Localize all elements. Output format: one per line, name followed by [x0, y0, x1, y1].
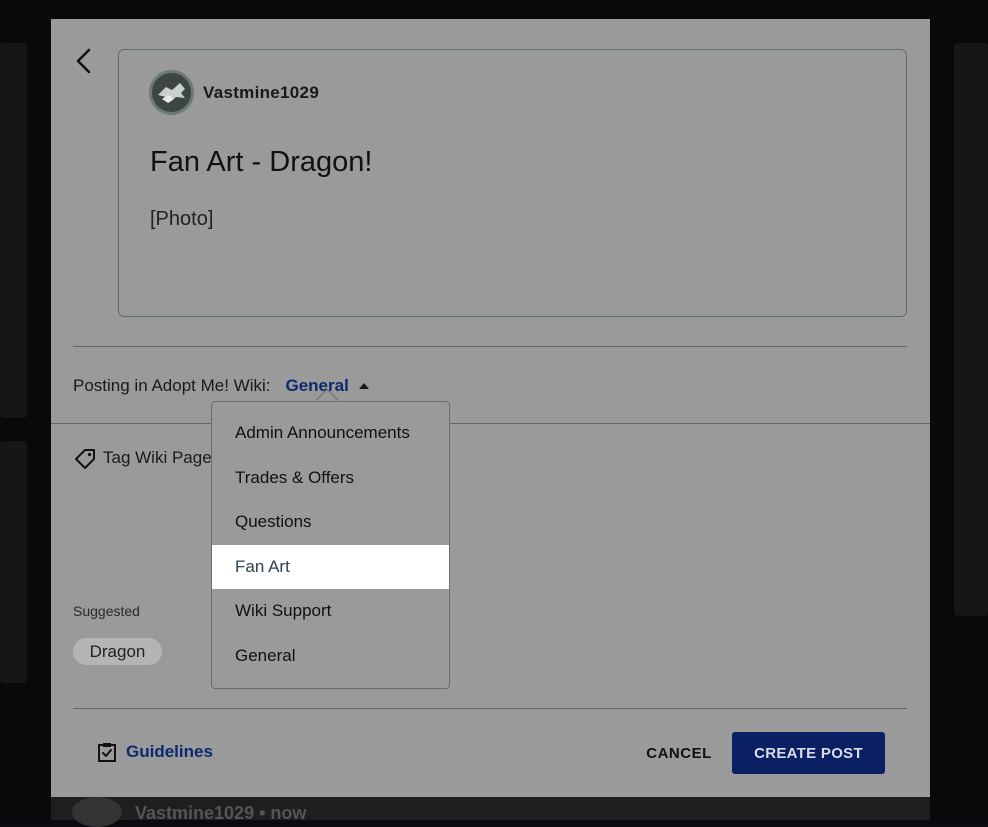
divider — [51, 423, 930, 424]
post-title[interactable]: Fan Art - Dragon! — [150, 146, 372, 179]
background-right-card — [954, 43, 988, 616]
guidelines-label: Guidelines — [126, 742, 213, 762]
post-body[interactable]: [Photo] — [150, 208, 213, 231]
caret-up-icon — [359, 383, 369, 389]
clipboard-check-icon — [96, 741, 118, 763]
suggested-tag-chip[interactable]: Dragon — [73, 638, 162, 665]
category-option-wiki-support[interactable]: Wiki Support — [212, 589, 449, 634]
create-post-modal: Vastmine1029 Fan Art - Dragon! [Photo] P… — [51, 19, 930, 797]
suggested-label: Suggested — [73, 603, 140, 619]
background-feed-author: Vastmine1029 • now — [135, 803, 306, 824]
category-option-trades-offers[interactable]: Trades & Offers — [212, 456, 449, 501]
guidelines-link[interactable]: Guidelines — [96, 741, 213, 763]
divider — [73, 346, 907, 347]
selected-category: General — [285, 376, 348, 396]
tag-icon — [73, 446, 97, 470]
category-dropdown-menu: Admin Announcements Trades & Offers Ques… — [211, 401, 450, 689]
divider — [73, 708, 907, 709]
posting-in-label: Posting in Adopt Me! Wiki: — [73, 376, 270, 396]
category-option-fan-art[interactable]: Fan Art — [212, 545, 449, 590]
category-option-questions[interactable]: Questions — [212, 500, 449, 545]
post-preview-card: Vastmine1029 Fan Art - Dragon! [Photo] — [118, 49, 907, 317]
avatar — [149, 70, 194, 115]
back-arrow-icon[interactable] — [73, 47, 97, 75]
category-option-general[interactable]: General — [212, 634, 449, 679]
background-avatar — [72, 797, 122, 827]
category-option-admin-announcements[interactable]: Admin Announcements — [212, 411, 449, 456]
background-left-card-2 — [0, 441, 27, 683]
tag-wiki-page-label: Tag Wiki Page — [103, 448, 212, 468]
cancel-button[interactable]: CANCEL — [637, 732, 721, 774]
create-post-button[interactable]: CREATE POST — [732, 732, 885, 774]
tag-wiki-page-button[interactable]: Tag Wiki Page — [73, 446, 212, 470]
post-author-username: Vastmine1029 — [203, 83, 319, 103]
background-left-card — [0, 43, 27, 418]
